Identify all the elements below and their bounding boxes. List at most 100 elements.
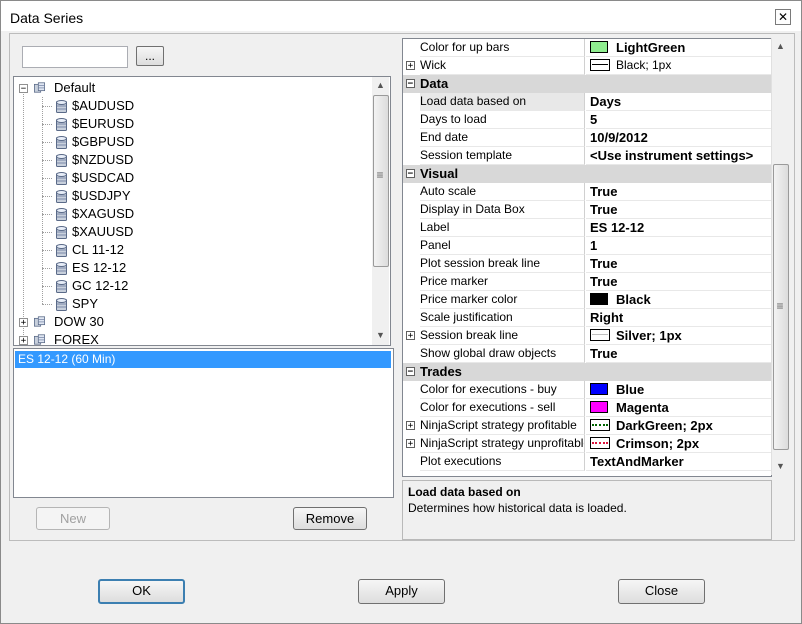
scroll-up-icon[interactable]: ▲ — [372, 77, 389, 94]
expand-icon[interactable]: + — [406, 439, 415, 449]
tree-instrument-label: $GBPUSD — [72, 134, 135, 149]
property-gutter — [403, 255, 419, 273]
tree-instrument-label: $XAGUSD — [72, 206, 135, 221]
property-category[interactable]: − Trades — [403, 363, 771, 381]
property-row[interactable]: Display in Data Box True — [403, 201, 771, 219]
tree-instrument-row[interactable]: $XAUUSD — [14, 223, 372, 241]
property-row[interactable]: Auto scale True — [403, 183, 771, 201]
property-value[interactable]: True — [586, 201, 771, 219]
property-row[interactable]: + NinjaScript strategy profitable DarkGree… — [403, 417, 771, 435]
property-row[interactable]: Plot executions TextAndMarker — [403, 453, 771, 471]
instrument-tree: − Default $AUDUSD $EURUSD $GBPUSD $NZDUSD $USD… — [13, 76, 391, 346]
expand-icon[interactable]: + — [19, 318, 28, 328]
property-row[interactable]: + Wick Black; 1px — [403, 57, 771, 75]
property-grid-scrollbar-track[interactable]: ▲ ≡ ▼ — [771, 38, 789, 475]
tree-instrument-row[interactable]: ES 12-12 — [14, 259, 372, 277]
property-row[interactable]: Color for executions - buy Blue — [403, 381, 771, 399]
browse-instruments-button[interactable]: ... — [136, 46, 164, 66]
property-value-text: DarkGreen; 2px — [616, 418, 713, 433]
property-value[interactable]: True — [586, 273, 771, 291]
property-value[interactable]: 5 — [586, 111, 771, 129]
property-value-text: LightGreen — [616, 40, 686, 55]
scroll-down-icon[interactable]: ▼ — [772, 458, 789, 475]
tree-group-row[interactable]: + DOW 30 — [14, 313, 372, 331]
database-icon — [56, 280, 67, 293]
property-value[interactable]: Blue — [586, 381, 771, 399]
property-value[interactable]: 1 — [586, 237, 771, 255]
property-value[interactable]: Silver; 1px — [586, 327, 771, 345]
collapse-icon[interactable]: − — [406, 169, 415, 179]
property-row[interactable]: Color for executions - sell Magenta — [403, 399, 771, 417]
expand-icon[interactable]: + — [406, 421, 415, 431]
property-row[interactable]: + NinjaScript strategy unprofitable Crimso… — [403, 435, 771, 453]
instrument-search-input[interactable] — [22, 46, 128, 68]
property-name: Plot executions — [420, 453, 585, 471]
database-group-icon — [34, 316, 45, 327]
expand-icon[interactable]: + — [406, 61, 415, 71]
tree-instrument-row[interactable]: GC 12-12 — [14, 277, 372, 295]
property-value[interactable]: True — [586, 255, 771, 273]
property-category-label: Data — [420, 76, 449, 91]
property-row[interactable]: Session template <Use instrument settings… — [403, 147, 771, 165]
property-row[interactable]: Price marker color Black — [403, 291, 771, 309]
property-row[interactable]: Plot session break line True — [403, 255, 771, 273]
tree-instrument-row[interactable]: $EURUSD — [14, 115, 372, 133]
expand-icon[interactable]: + — [406, 331, 415, 341]
data-series-item[interactable]: ES 12-12 (60 Min) — [15, 351, 391, 368]
collapse-icon[interactable]: − — [19, 84, 28, 94]
close-button[interactable]: Close — [618, 579, 705, 604]
tree-group-row[interactable]: + FOREX — [14, 331, 372, 345]
tree-instrument-row[interactable]: SPY — [14, 295, 372, 313]
tree-instrument-row[interactable]: CL 11-12 — [14, 241, 372, 259]
property-gutter — [403, 39, 419, 57]
property-row[interactable]: Scale justification Right — [403, 309, 771, 327]
property-row[interactable]: Label ES 12-12 — [403, 219, 771, 237]
tree-group-row[interactable]: − Default — [14, 79, 372, 97]
property-row[interactable]: Price marker True — [403, 273, 771, 291]
property-value[interactable]: TextAndMarker — [586, 453, 771, 471]
new-button[interactable]: New — [36, 507, 110, 530]
property-value[interactable]: Days — [586, 93, 771, 111]
property-category[interactable]: − Visual — [403, 165, 771, 183]
tree-instrument-row[interactable]: $AUDUSD — [14, 97, 372, 115]
property-row[interactable]: Show global draw objects True — [403, 345, 771, 363]
tree-instrument-row[interactable]: $USDJPY — [14, 187, 372, 205]
ok-button[interactable]: OK — [98, 579, 185, 604]
remove-button[interactable]: Remove — [293, 507, 367, 530]
property-value[interactable]: LightGreen — [586, 39, 771, 57]
property-value[interactable]: Right — [586, 309, 771, 327]
property-value[interactable]: <Use instrument settings> — [586, 147, 771, 165]
tree-instrument-row[interactable]: $NZDUSD — [14, 151, 372, 169]
property-value[interactable]: DarkGreen; 2px — [586, 417, 771, 435]
tree-instrument-row[interactable]: $XAGUSD — [14, 205, 372, 223]
property-value[interactable]: 10/9/2012 — [586, 129, 771, 147]
tree-instrument-row[interactable]: $GBPUSD — [14, 133, 372, 151]
property-row[interactable]: Load data based on Days — [403, 93, 771, 111]
property-value[interactable]: Crimson; 2px — [586, 435, 771, 453]
property-gutter — [403, 273, 419, 291]
tree-instrument-row[interactable]: $USDCAD — [14, 169, 372, 187]
property-value[interactable]: True — [586, 345, 771, 363]
collapse-icon[interactable]: − — [406, 367, 415, 377]
property-row[interactable]: Days to load 5 — [403, 111, 771, 129]
expand-icon[interactable]: + — [19, 336, 28, 345]
close-icon[interactable]: ✕ — [775, 9, 791, 25]
property-value[interactable]: ES 12-12 — [586, 219, 771, 237]
property-value[interactable]: True — [586, 183, 771, 201]
database-icon — [56, 190, 67, 203]
property-row[interactable]: + Session break line Silver; 1px — [403, 327, 771, 345]
instrument-tree-scrollbar[interactable]: ▲ ≡ ▼ — [372, 77, 389, 345]
property-value[interactable]: Magenta — [586, 399, 771, 417]
property-row[interactable]: End date 10/9/2012 — [403, 129, 771, 147]
property-row[interactable]: Panel 1 — [403, 237, 771, 255]
stroke-line — [592, 442, 608, 444]
collapse-icon[interactable]: − — [406, 79, 415, 89]
apply-button[interactable]: Apply — [358, 579, 445, 604]
property-category[interactable]: − Data — [403, 75, 771, 93]
scroll-down-icon[interactable]: ▼ — [372, 327, 389, 344]
property-row[interactable]: Color for up bars LightGreen — [403, 39, 771, 57]
property-value[interactable]: Black — [586, 291, 771, 309]
property-gutter — [403, 309, 419, 327]
scroll-up-icon[interactable]: ▲ — [772, 38, 789, 55]
property-value[interactable]: Black; 1px — [586, 57, 771, 75]
